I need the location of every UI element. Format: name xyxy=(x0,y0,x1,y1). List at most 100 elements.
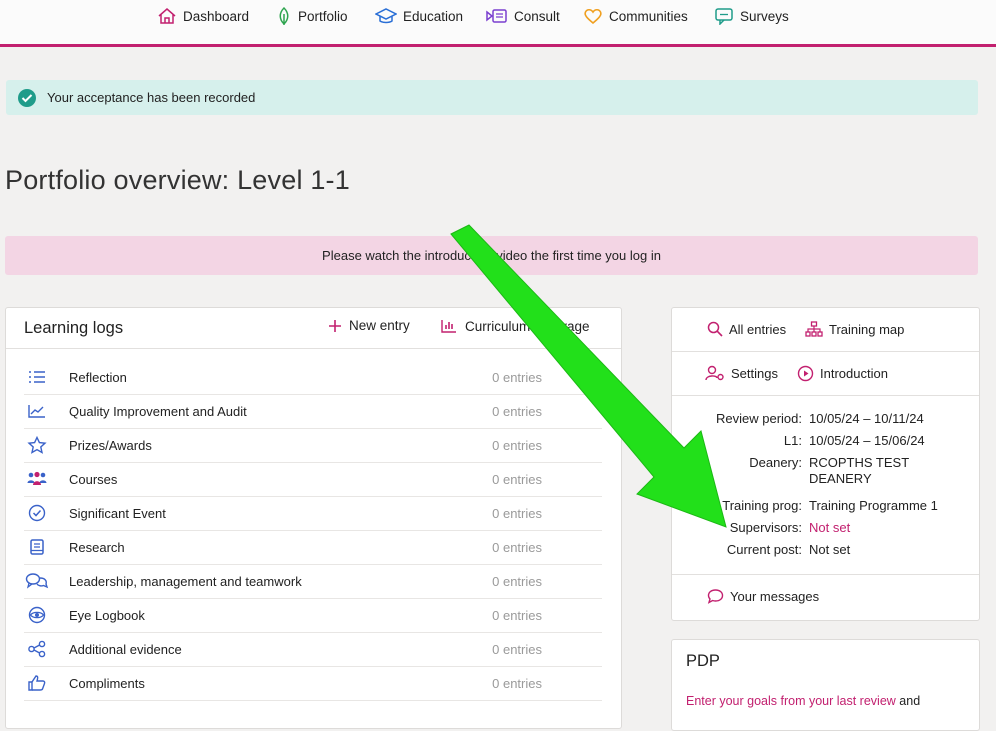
graduation-cap-icon xyxy=(375,8,397,24)
page-title: Portfolio overview: Level 1-1 xyxy=(5,165,350,195)
log-label: Courses xyxy=(69,471,118,487)
pdp-text-rest: and xyxy=(895,694,921,708)
share-icon xyxy=(24,640,50,658)
new-entry-label: New entry xyxy=(349,318,410,333)
info-key: Training prog: xyxy=(722,498,802,513)
log-row-reflection[interactable]: Reflection 0 entries xyxy=(24,360,602,395)
log-row-compliments[interactable]: Compliments 0 entries xyxy=(24,666,602,701)
eye-icon xyxy=(24,606,50,624)
new-entry-button[interactable]: New entry xyxy=(328,318,410,333)
learning-logs-card: Learning logs New entry Curriculum cover… xyxy=(5,307,622,729)
nav-label: Dashboard xyxy=(183,8,250,24)
log-count: 0 entries xyxy=(492,675,542,691)
log-row-eye-logbook[interactable]: Eye Logbook 0 entries xyxy=(24,598,602,633)
group-icon xyxy=(24,471,50,487)
list-icon xyxy=(24,369,50,385)
heart-icon xyxy=(584,8,602,25)
info-key: Review period: xyxy=(716,411,802,426)
curriculum-coverage-button[interactable]: Curriculum coverage xyxy=(440,318,590,334)
settings-label: Settings xyxy=(731,365,778,381)
side-settings-row: Settings Introduction xyxy=(672,352,979,396)
introduction-button[interactable]: Introduction xyxy=(797,365,888,382)
plus-icon xyxy=(329,319,341,332)
info-key: Deanery: xyxy=(749,455,802,470)
all-entries-button[interactable]: All entries xyxy=(707,321,786,337)
settings-button[interactable]: Settings xyxy=(705,365,778,381)
introduction-label: Introduction xyxy=(820,366,888,381)
nav-label: Consult xyxy=(514,8,560,24)
pdp-card: PDP Enter your goals from your last revi… xyxy=(671,639,980,731)
check-circle-icon xyxy=(18,88,36,107)
nav-label: Communities xyxy=(609,8,688,24)
log-label: Prizes/Awards xyxy=(69,437,152,453)
log-count: 0 entries xyxy=(492,369,542,385)
log-count: 0 entries xyxy=(492,573,542,589)
nav-surveys[interactable]: Surveys xyxy=(714,6,789,26)
info-value: 10/05/24 – 10/11/24 xyxy=(809,411,924,426)
log-count: 0 entries xyxy=(492,641,542,657)
log-label: Significant Event xyxy=(69,505,166,521)
portfolio-info-card: All entries Training map Settings Introd… xyxy=(671,307,980,621)
info-value: 10/05/24 – 15/06/24 xyxy=(809,433,925,448)
nav-portfolio[interactable]: Portfolio xyxy=(276,6,348,26)
nav-label: Surveys xyxy=(740,8,789,24)
home-icon xyxy=(158,8,176,24)
log-row-prizes-awards[interactable]: Prizes/Awards 0 entries xyxy=(24,428,602,463)
thumbs-up-icon xyxy=(24,674,50,692)
success-alert: Your acceptance has been recorded xyxy=(6,80,978,115)
log-row-additional-evidence[interactable]: Additional evidence 0 entries xyxy=(24,632,602,667)
play-circle-icon xyxy=(797,365,814,382)
pdp-text: Enter your goals from your last review a… xyxy=(686,694,920,708)
nav-communities[interactable]: Communities xyxy=(583,6,688,26)
training-map-label: Training map xyxy=(829,321,905,337)
nav-consult[interactable]: Consult xyxy=(486,6,560,26)
log-count: 0 entries xyxy=(492,607,542,623)
top-navigation: Dashboard Portfolio Education Consult Co… xyxy=(0,0,996,47)
chat-survey-icon xyxy=(715,8,733,25)
line-chart-icon xyxy=(24,403,50,419)
info-value: Not set xyxy=(809,542,851,557)
intro-video-notice: Please watch the introductory video the … xyxy=(5,236,978,275)
log-label: Research xyxy=(69,539,125,555)
learning-logs-title: Learning logs xyxy=(24,319,124,337)
video-call-icon xyxy=(486,9,507,23)
sitemap-icon xyxy=(805,321,823,337)
nav-dashboard[interactable]: Dashboard xyxy=(157,6,249,26)
log-label: Additional evidence xyxy=(69,641,182,657)
log-label: Compliments xyxy=(69,675,145,691)
log-count: 0 entries xyxy=(492,403,542,419)
side-links-row: All entries Training map xyxy=(672,308,979,352)
book-icon xyxy=(24,538,50,556)
chat-bubbles-icon xyxy=(24,572,50,590)
pdp-title: PDP xyxy=(686,652,720,670)
log-label: Leadership, management and teamwork xyxy=(69,573,302,589)
log-row-significant-event[interactable]: Significant Event 0 entries xyxy=(24,496,602,531)
pdp-goals-link[interactable]: Enter your goals from your last review xyxy=(686,694,896,708)
info-key: L1: xyxy=(783,433,802,448)
log-row-leadership[interactable]: Leadership, management and teamwork 0 en… xyxy=(24,564,602,599)
log-count: 0 entries xyxy=(492,471,542,487)
log-count: 0 entries xyxy=(492,505,542,521)
user-settings-icon xyxy=(705,365,724,381)
learning-logs-header: Learning logs New entry Curriculum cover… xyxy=(6,308,621,349)
nav-label: Portfolio xyxy=(298,8,348,24)
log-label: Eye Logbook xyxy=(69,607,145,623)
log-label: Reflection xyxy=(69,369,127,385)
log-row-courses[interactable]: Courses 0 entries xyxy=(24,462,602,497)
info-key: Current post: xyxy=(726,542,802,557)
log-label: Quality Improvement and Audit xyxy=(69,403,247,419)
training-map-button[interactable]: Training map xyxy=(805,321,904,337)
your-messages-button[interactable]: Your messages xyxy=(707,588,819,604)
log-row-research[interactable]: Research 0 entries xyxy=(24,530,602,565)
info-value: RCOPTHS TEST DEANERY xyxy=(809,455,909,486)
curriculum-coverage-label: Curriculum coverage xyxy=(465,318,590,334)
check-circle-icon xyxy=(24,504,50,522)
log-count: 0 entries xyxy=(492,437,542,453)
log-row-quality-improvement[interactable]: Quality Improvement and Audit 0 entries xyxy=(24,394,602,429)
star-icon xyxy=(24,436,50,454)
info-value: Training Programme 1 xyxy=(809,498,938,513)
nav-education[interactable]: Education xyxy=(375,6,463,26)
supervisors-link[interactable]: Not set xyxy=(809,520,959,536)
nav-label: Education xyxy=(403,8,464,24)
your-messages-label: Your messages xyxy=(730,588,820,604)
